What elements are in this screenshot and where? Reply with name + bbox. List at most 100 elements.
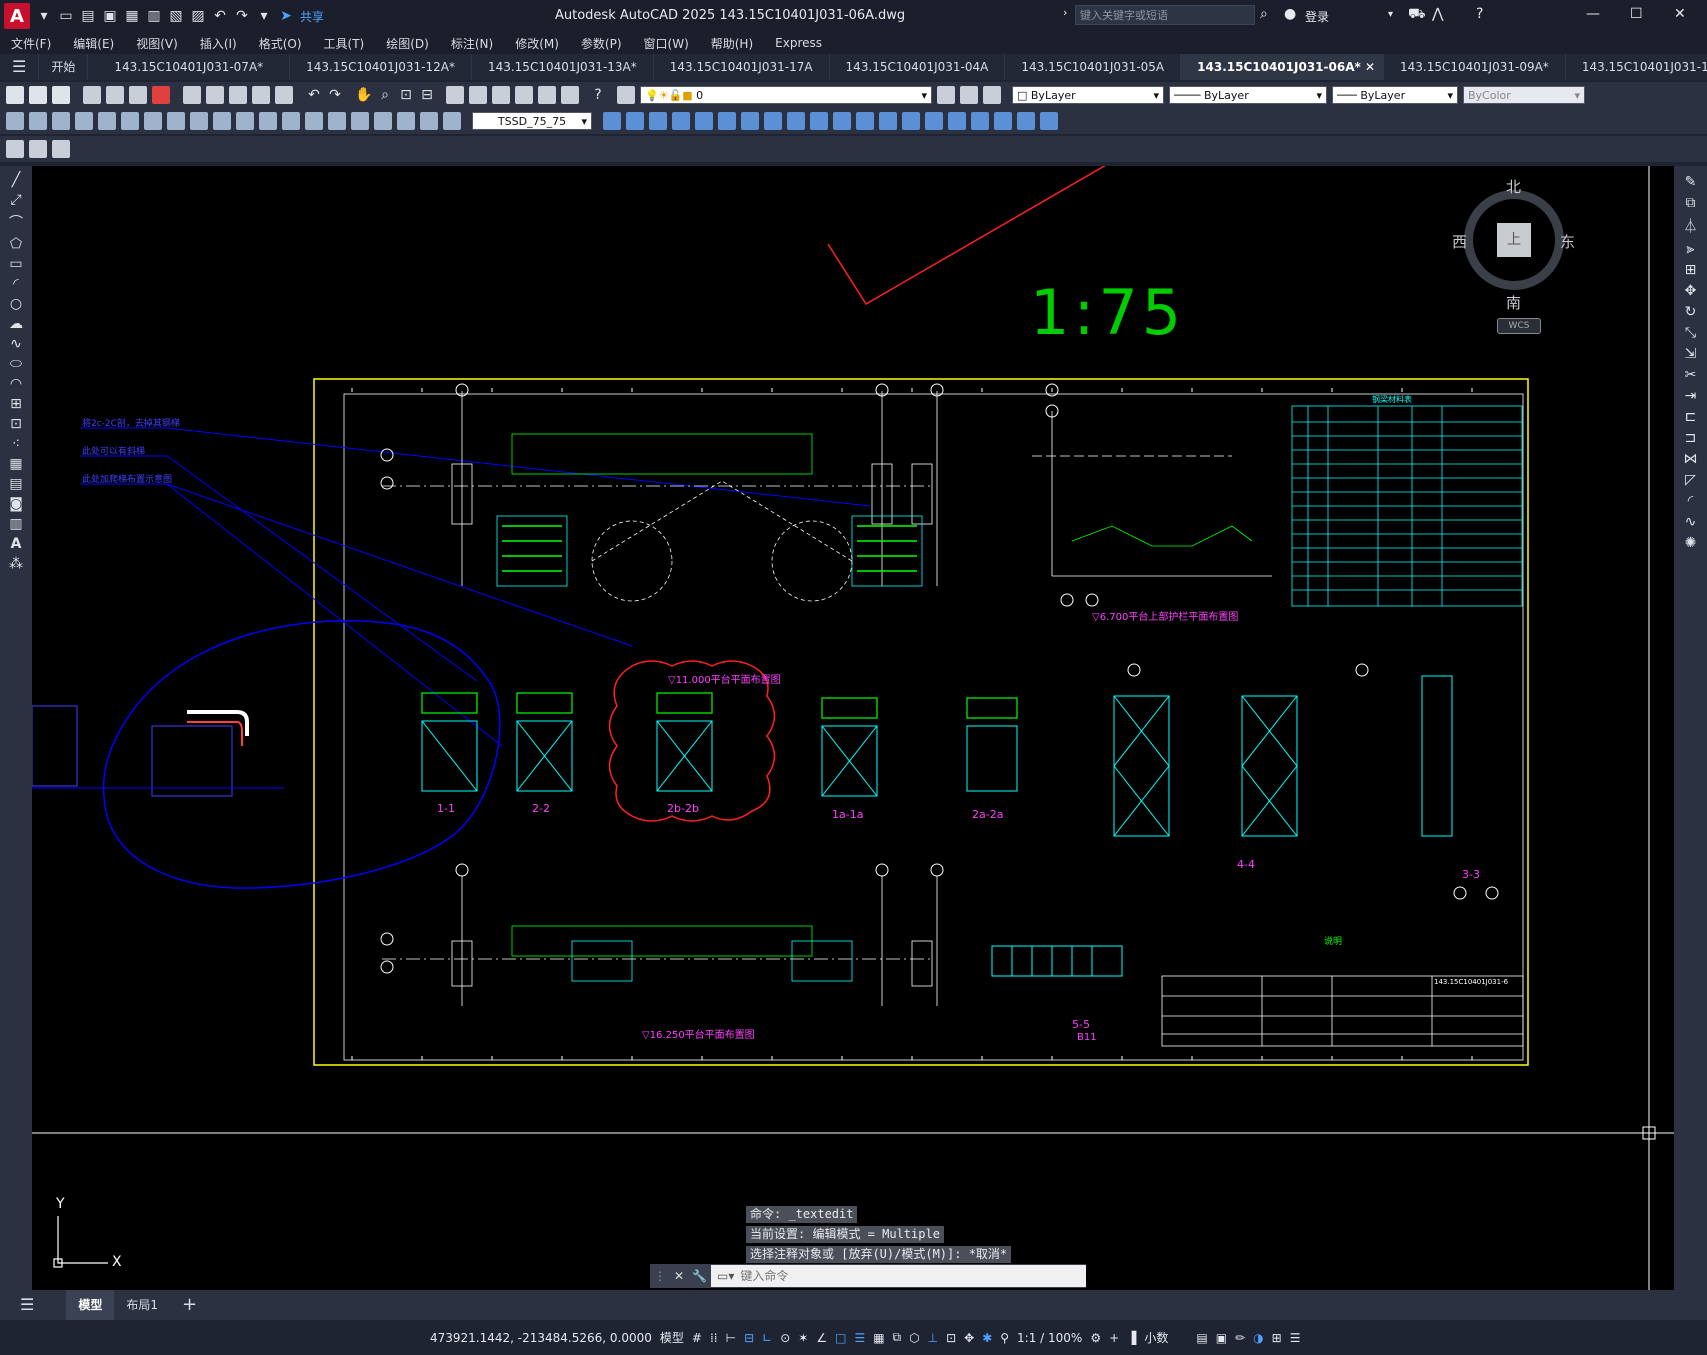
viewcube-north[interactable]: 北 [1506,176,1521,197]
line-icon[interactable]: ╱ [12,172,20,188]
move-icon[interactable]: ✥ [1685,283,1697,299]
hatch-icon[interactable]: ▦ [9,456,22,472]
cut-icon[interactable] [183,86,201,104]
3d-pyramid-icon[interactable] [741,112,759,130]
baseline-dim-icon[interactable] [213,112,231,130]
layer-match-icon[interactable] [6,140,24,158]
arc-length-icon[interactable] [52,112,70,130]
radius-dim-icon[interactable] [98,112,116,130]
menu-modify[interactable]: 修改(M) [504,35,570,52]
publish-icon[interactable] [129,86,147,104]
layer-change-icon[interactable] [29,140,47,158]
linear-dim-icon[interactable] [6,112,24,130]
save-icon[interactable] [52,86,70,104]
ortho-icon[interactable]: ∟ [762,1331,772,1345]
units-dropdown[interactable]: 小数 [1144,1329,1168,1346]
add-layout-icon[interactable]: + [170,1290,209,1320]
help-icon[interactable]: ? [590,87,606,103]
cart-icon[interactable]: ⛟ [1408,6,1426,24]
stretch-icon[interactable]: ⇲ [1685,346,1697,362]
share-label[interactable]: 共享 [300,8,324,25]
tool-palettes-icon[interactable] [492,86,510,104]
viewcube[interactable]: 上 北 南 西 东 WCS [1452,176,1582,336]
annotation-visibility-icon[interactable]: ✱ [982,1331,992,1345]
polygon-icon[interactable]: ⬠ [10,236,22,252]
minimize-icon[interactable]: — [1586,6,1600,22]
polar-tracking-icon[interactable]: ⊙ [780,1331,790,1345]
3d-wedge-icon[interactable] [626,112,644,130]
tab-start[interactable]: 开始 [39,54,89,80]
3d-sphere-icon[interactable] [672,112,690,130]
search-icon[interactable]: ⌕ [1260,6,1268,22]
layer-properties-icon[interactable] [617,86,635,104]
tab-05a[interactable]: 143.15C10401J031-05A [1005,54,1182,80]
menu-file[interactable]: 文件(F) [0,35,62,52]
login-button[interactable]: 登录 [1305,8,1329,25]
open-icon[interactable] [29,86,47,104]
subtract-icon[interactable] [879,112,897,130]
selection-cycling-icon[interactable]: ⧉ [893,1330,902,1345]
viewcube-face[interactable]: 上 [1497,223,1531,257]
menu-express[interactable]: Express [764,36,833,50]
save-icon[interactable]: ▣ [102,8,118,24]
design-center-icon[interactable] [469,86,487,104]
selection-filter-icon[interactable]: ⊡ [946,1331,956,1345]
rectangle-icon[interactable]: ▭ [9,256,22,272]
dim-text-edit-icon[interactable] [420,112,438,130]
offset-icon[interactable]: ⫸ [1687,241,1695,257]
revolve-icon[interactable] [787,112,805,130]
dim-update-icon[interactable] [443,112,461,130]
mirror-icon[interactable]: ⏃ [1684,216,1698,236]
menu-draw[interactable]: 绘图(D) [375,35,440,52]
break-icon[interactable]: ⊐ [1685,430,1697,446]
copy-icon[interactable] [206,86,224,104]
transparency-icon[interactable]: ▦ [873,1331,884,1345]
isometric-icon[interactable]: ✶ [798,1331,808,1345]
redo-icon[interactable]: ↷ [234,8,250,24]
block-editor-icon[interactable] [275,86,293,104]
explode-icon[interactable]: ✺ [1685,535,1697,551]
intersect-icon[interactable] [902,112,920,130]
region-icon[interactable]: ◙ [9,496,23,512]
dimstyle-dropdown[interactable]: TSSD_75_75 ▾ [472,112,592,130]
chamfer-icon[interactable]: ◸ [1685,472,1696,488]
jogged-dim-icon[interactable] [121,112,139,130]
break-at-point-icon[interactable]: ⊏ [1685,409,1697,425]
mtext-icon[interactable]: A [11,536,22,552]
help-icon[interactable]: ? [1476,6,1483,22]
print-icon[interactable]: ▨ [190,8,206,24]
paste-icon[interactable] [229,86,247,104]
pan-icon[interactable]: ✋ [355,87,372,103]
annotation-monitor-icon[interactable]: + [1109,1331,1119,1345]
color-dropdown[interactable]: □ ByLayer ▾ [1012,86,1164,104]
union-icon[interactable] [856,112,874,130]
array-icon[interactable]: ⊞ [1685,262,1697,278]
layer-states-icon[interactable] [960,86,978,104]
extrude-icon[interactable] [764,112,782,130]
dim-edit-icon[interactable] [397,112,415,130]
viewcube-south[interactable]: 南 [1506,292,1521,313]
quick-properties-icon[interactable]: ▤ [1196,1331,1207,1345]
tab-09a[interactable]: 143.15C10401J031-09A* [1384,54,1566,80]
insert-block-icon[interactable]: ⊞ [10,396,22,412]
table-icon[interactable]: ▥ [9,516,22,532]
scale-icon[interactable]: ⤡ [1685,325,1696,341]
3d-cylinder-icon[interactable] [695,112,713,130]
annotation-scale[interactable]: 1:1 / 100% [1017,1331,1082,1345]
trim-icon[interactable]: ✂ [1685,367,1697,383]
undo-icon[interactable]: ↶ [306,87,322,103]
aligned-dim-icon[interactable] [29,112,47,130]
maximize-icon[interactable]: ☐ [1630,6,1643,22]
extend-icon[interactable]: ⇥ [1685,388,1697,404]
lineweight-dropdown[interactable]: ─── ByLayer ▾ [1332,86,1458,104]
rotate-icon[interactable]: ↻ [1685,304,1697,320]
chamfer-edge-icon[interactable] [1040,112,1058,130]
tab-13a[interactable]: 143.15C10401J031-13A* [472,54,654,80]
command-customize-icon[interactable]: 🔧 [692,1269,707,1283]
tolerance-icon[interactable] [305,112,323,130]
zoom-realtime-icon[interactable]: ⌕ [377,87,393,103]
copy-object-icon[interactable]: ⧉ [1686,195,1696,211]
3d-print-icon[interactable] [152,86,170,104]
autocad-logo[interactable]: A [4,3,30,29]
web-save-icon[interactable]: ▥ [146,8,162,24]
